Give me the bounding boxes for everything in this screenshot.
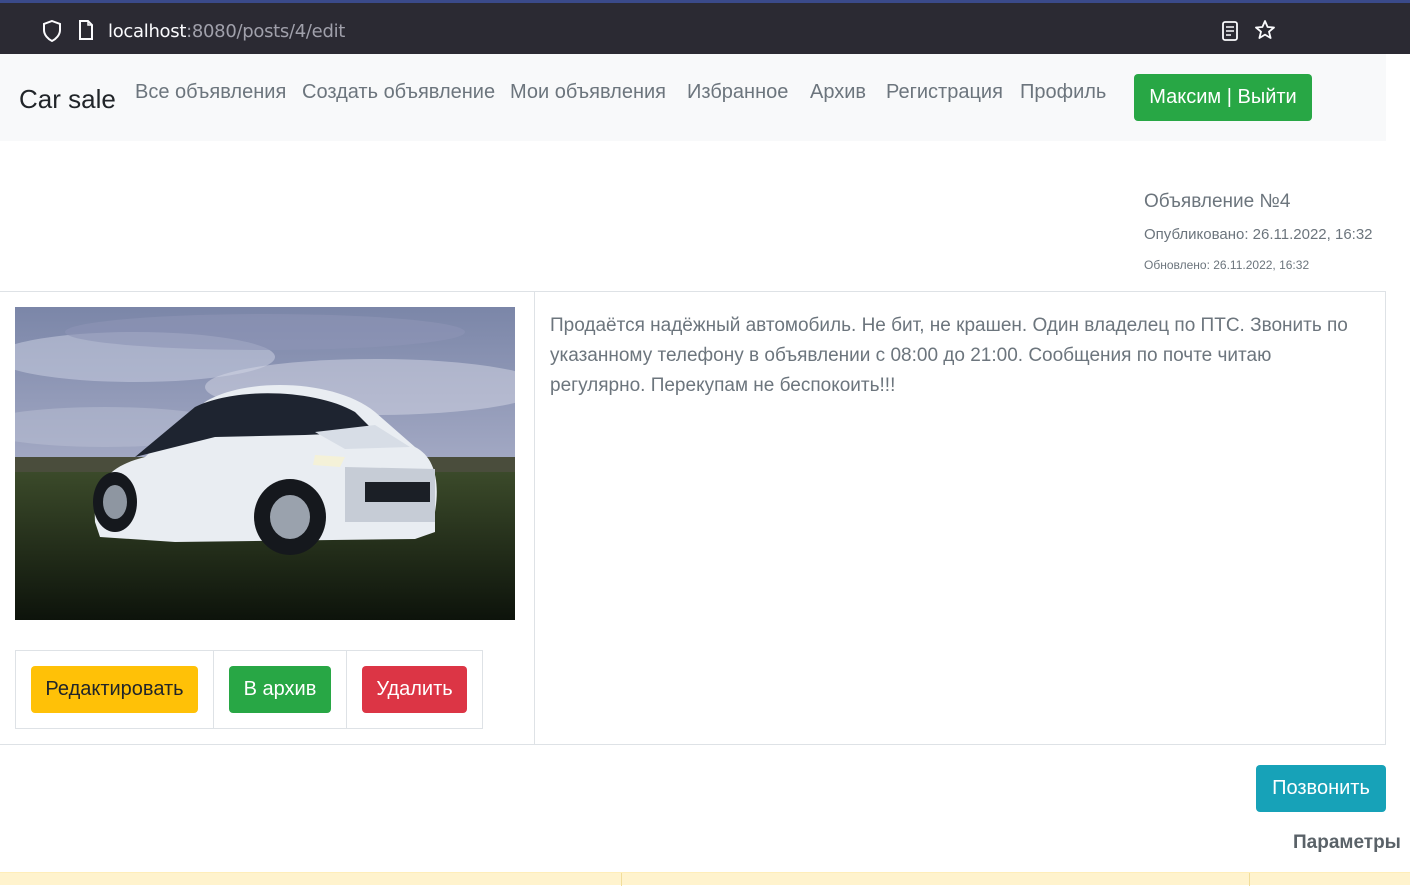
nav-profile[interactable]: Профиль	[1020, 81, 1106, 104]
cell-divider	[1249, 873, 1250, 886]
updated-date: Обновлено: 26.11.2022, 16:32	[1144, 258, 1310, 272]
parameters-heading: Параметры	[1293, 832, 1401, 853]
reader-view-icon[interactable]	[1220, 20, 1240, 42]
cell-divider	[346, 651, 347, 728]
parameters-table-row	[0, 872, 1410, 886]
cell-divider	[621, 873, 622, 886]
delete-button[interactable]: Удалить	[362, 666, 467, 713]
published-date: Опубликовано: 26.11.2022, 16:32	[1144, 226, 1373, 243]
nav-all-posts[interactable]: Все объявления	[135, 81, 286, 104]
nav-archive[interactable]: Архив	[810, 81, 866, 104]
logout-button[interactable]: Максим | Выйти	[1134, 74, 1312, 121]
archive-button[interactable]: В архив	[229, 666, 331, 713]
nav-favorites[interactable]: Избранное	[687, 81, 788, 104]
call-button[interactable]: Позвонить	[1256, 765, 1386, 812]
cell-divider	[213, 651, 214, 728]
nav-create-post[interactable]: Создать объявление	[302, 81, 495, 104]
nav-registration[interactable]: Регистрация	[886, 81, 1003, 104]
post-description: Продаётся надёжный автомобиль. Не бит, н…	[550, 315, 1348, 396]
column-divider	[534, 292, 535, 744]
address-bar[interactable]: localhost:8080/posts/4/edit	[108, 21, 345, 42]
page-icon[interactable]	[78, 20, 94, 40]
brand-link[interactable]: Car sale	[19, 84, 116, 115]
nav-my-posts[interactable]: Мои объявления	[510, 81, 666, 104]
post-table: Продаётся надёжный автомобиль. Не бит, н…	[0, 291, 1386, 745]
shield-icon[interactable]	[42, 20, 62, 42]
post-title: Объявление №4	[1144, 191, 1291, 212]
action-buttons-table: Редактировать В архив Удалить	[15, 650, 483, 729]
url-host: localhost	[108, 21, 187, 42]
navbar: Car sale Все объявления Создать объявлен…	[0, 54, 1386, 141]
browser-toolbar: localhost:8080/posts/4/edit	[0, 0, 1410, 54]
url-path: :8080/posts/4/edit	[186, 21, 346, 42]
car-photo	[15, 307, 515, 620]
bookmark-star-icon[interactable]	[1254, 19, 1276, 41]
edit-button[interactable]: Редактировать	[31, 666, 198, 713]
